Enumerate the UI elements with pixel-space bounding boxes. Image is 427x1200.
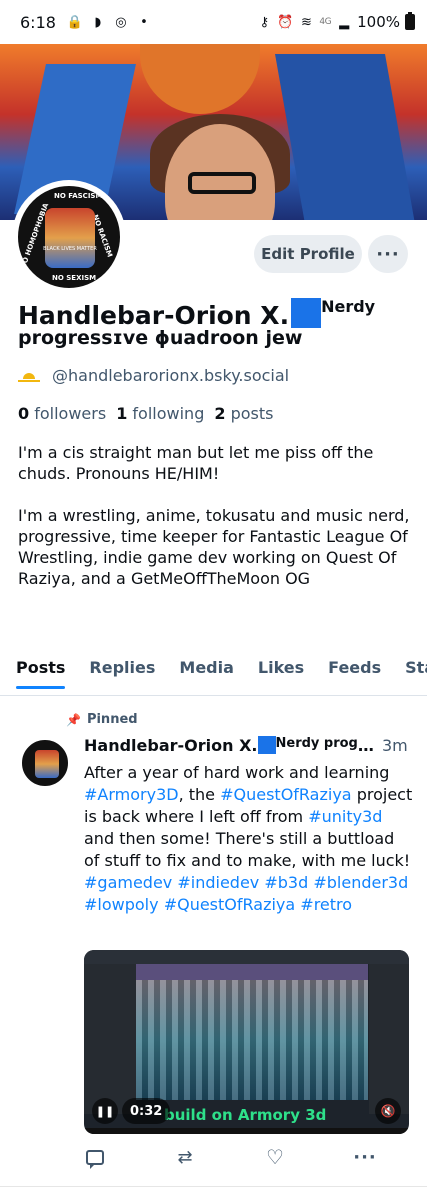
lock-icon: 🔒 [66,14,84,30]
display-name-line2: progressɪve ɸuadroon jew [18,327,303,349]
pin-icon: 📌 [66,712,81,727]
dot-icon: • [140,14,148,30]
post-text-segment: and then some! There's still a buttload … [84,829,411,870]
followers-label: followers [34,404,107,423]
hashtag-link[interactable]: #blender3d [313,873,408,892]
profile-avatar[interactable]: NO FASCISM NO HOMOPHOBIA NO RACISM NO SE… [12,180,126,294]
divider [0,1186,427,1187]
tab-replies[interactable]: Replies [89,648,155,689]
post-text-segment: , the [178,785,221,804]
instagram-icon: ◎ [115,14,127,30]
battery-icon [405,12,415,30]
following-count: 1 [116,404,128,423]
bio-paragraph-1: I'm a cis straight man but let me piss o… [18,443,374,483]
heart-icon: ♡ [266,1145,284,1169]
shield-icon: ◗ [94,14,102,30]
profile-stats: 0 followers 1 following 2 posts [18,404,273,423]
more-options-button[interactable]: ··· [368,235,408,273]
pause-icon[interactable]: ❚❚ [92,1098,118,1124]
posts-count: 2 [214,404,226,423]
mute-icon[interactable]: 🔇 [375,1098,401,1124]
alarm-icon: ⏰ [277,14,294,30]
tab-likes[interactable]: Likes [258,648,304,689]
reply-button[interactable] [80,1142,110,1172]
tab-starter-packs[interactable]: Starte [405,648,427,689]
sunrise-icon [18,368,40,384]
post-more-button[interactable]: ··· [350,1142,380,1172]
network-label: 4G [319,17,332,27]
tab-media[interactable]: Media [179,648,234,689]
blue-square-icon [257,736,276,754]
more-dots-icon: ··· [353,1146,377,1168]
avatar-caption: BLACK LIVES MATTER [43,246,97,252]
post-text: After a year of hard work and learning #… [84,762,414,916]
video-time: 0:32 [122,1098,171,1124]
tab-feeds[interactable]: Feeds [328,648,381,689]
edit-profile-button[interactable]: Edit Profile [254,235,362,273]
hashtag-link[interactable]: #retro [300,895,352,914]
like-button[interactable]: ♡ [260,1142,290,1172]
battery-percent: 100% [357,13,400,31]
handle-row: @handlebarorionx.bsky.social [18,366,289,385]
status-bar: 6:18 🔒 ◗ ◎ • ⚷ ⏰ ≋ 4G ▂ 100% [0,0,427,44]
hashtag-link[interactable]: #b3d [264,873,308,892]
hashtag-link[interactable]: #indiedev [177,873,259,892]
following-stat[interactable]: 1 following [116,404,204,423]
following-label: following [132,404,205,423]
hashtag-link[interactable]: #gamedev [84,873,172,892]
repost-icon: ⇄ [177,1146,193,1168]
post-actions: ⇄ ♡ ··· [80,1142,380,1172]
post-timestamp[interactable]: 3m [382,736,408,755]
hashtag-link[interactable]: #QuestOfRaziya [220,785,352,804]
wifi-icon: ≋ [300,14,312,30]
post-author-main: Handlebar-Orion X. [84,736,258,755]
profile-tabs: Posts Replies Media Likes Feeds Starte [0,648,427,696]
profile-handle[interactable]: @handlebarorionx.bsky.social [52,366,289,385]
blue-square-icon [291,298,322,328]
bio-paragraph-2: I'm a wrestling, anime, tokusatu and mus… [18,506,410,588]
hashtag-link[interactable]: #QuestOfRaziya [164,895,296,914]
signal-icon: ▂ [339,14,350,30]
reply-icon [86,1149,104,1169]
hashtag-link[interactable]: #lowpoly [84,895,159,914]
avatar-text-top: NO FASCISM [54,192,103,200]
pinned-label: Pinned [86,712,138,727]
post-author-rest: Nerdy progressɪ... [275,736,375,751]
post-header: Handlebar-Orion X. Nerdy progressɪ... 3m [84,736,414,755]
post-author-avatar[interactable] [20,738,70,788]
post-author[interactable]: Handlebar-Orion X. Nerdy progressɪ... [84,736,374,755]
followers-count: 0 [18,404,30,423]
tab-posts[interactable]: Posts [16,648,66,689]
key-icon: ⚷ [259,14,270,30]
display-name-sup: Nerdy [321,297,376,316]
hashtag-link[interactable]: #Armory3D [84,785,179,804]
video-subtitle: build on Armory 3d [164,1106,327,1124]
repost-button[interactable]: ⇄ [170,1142,200,1172]
posts-stat: 2 posts [214,404,273,423]
status-time: 6:18 [20,12,56,32]
post-text-segment: After a year of hard work and learning [84,763,390,782]
posts-label: posts [230,404,274,423]
followers-stat[interactable]: 0 followers [18,404,106,423]
pinned-indicator: 📌 Pinned [66,712,138,727]
post-video[interactable]: build on Armory 3d ❚❚ 0:32 🔇 [84,950,409,1134]
profile-bio: I'm a cis straight man but let me piss o… [18,442,413,610]
hashtag-link[interactable]: #unity3d [308,807,382,826]
avatar-text-bottom: NO SEXISM [52,274,97,282]
